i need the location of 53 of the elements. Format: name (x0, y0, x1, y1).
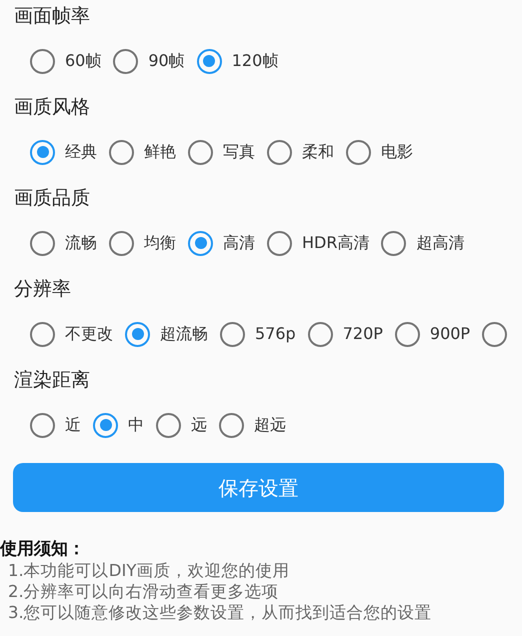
option-label[interactable]: 超高清 (416, 231, 464, 255)
radio-button[interactable] (30, 322, 55, 346)
option-label[interactable]: 近 (65, 413, 81, 437)
option-label[interactable]: 鲜艳 (144, 140, 176, 164)
radio-button[interactable] (30, 48, 55, 74)
radio-button[interactable] (30, 412, 55, 438)
option-label[interactable]: 高清 (223, 231, 255, 255)
note-text: 2.分辨率可以向右滑动查看更多选项 (7, 581, 280, 602)
note-text: 1.本功能可以DIY画质，欢迎您的使用 (7, 560, 290, 581)
radio-button[interactable] (346, 140, 371, 164)
radio-button[interactable] (220, 322, 245, 346)
radio-button[interactable] (188, 230, 213, 256)
radio-button[interactable] (93, 412, 118, 438)
section-title: 画面帧率 (13, 4, 91, 29)
note-text: 3.您可以随意修改这些参数设置，从而找到适合您的设置 (7, 602, 433, 623)
option-label[interactable]: 60帧 (65, 49, 102, 73)
option-label[interactable]: 720P (342, 322, 383, 346)
radio-button[interactable] (308, 322, 333, 346)
radio-button[interactable] (156, 412, 181, 438)
option-label[interactable]: 超流畅 (160, 322, 208, 346)
option-label[interactable]: 中 (128, 413, 144, 437)
option-label[interactable]: 均衡 (144, 231, 176, 255)
option-label[interactable]: HDR高清 (302, 231, 370, 255)
option-label[interactable]: 柔和 (302, 140, 334, 164)
section-title: 分辨率 (13, 277, 72, 302)
option-label[interactable]: 经典 (65, 140, 97, 164)
section-title: 画质品质 (13, 186, 91, 211)
option-label[interactable]: 流畅 (65, 231, 97, 255)
radio-button[interactable] (381, 230, 406, 256)
option-label[interactable]: 远 (191, 413, 207, 437)
radio-button[interactable] (482, 322, 508, 346)
option-label[interactable]: 超远 (254, 413, 286, 437)
section-title: 画质风格 (13, 95, 91, 120)
radio-button[interactable] (30, 140, 55, 164)
radio-button[interactable] (219, 412, 244, 438)
radio-button[interactable] (109, 140, 134, 164)
option-label[interactable]: 900P (430, 322, 470, 346)
radio-button[interactable] (267, 140, 292, 164)
option-label[interactable]: 120帧 (232, 49, 278, 73)
option-label[interactable]: 写真 (223, 140, 255, 164)
radio-button[interactable] (267, 230, 292, 256)
radio-button[interactable] (188, 140, 213, 164)
option-label[interactable]: 576p (255, 322, 296, 346)
radio-button[interactable] (109, 230, 134, 256)
section-title: 渲染距离 (13, 368, 91, 393)
option-label[interactable]: 90帧 (148, 49, 185, 73)
radio-button[interactable] (113, 48, 138, 74)
option-label[interactable]: 不更改 (65, 322, 113, 346)
radio-button[interactable] (30, 230, 55, 256)
option-label[interactable]: 电影 (381, 140, 413, 164)
radio-button[interactable] (196, 48, 222, 74)
radio-button[interactable] (125, 322, 150, 346)
radio-button[interactable] (394, 322, 420, 346)
